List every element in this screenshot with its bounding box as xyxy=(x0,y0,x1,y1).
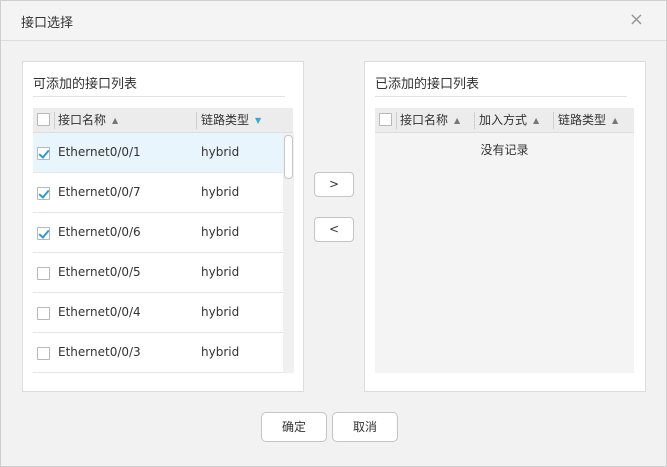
interface-name-cell: Ethernet0/0/7 xyxy=(58,185,141,199)
link-type-cell: hybrid xyxy=(201,225,240,239)
sort-desc-icon: ▼ xyxy=(255,116,262,125)
row-checkbox[interactable] xyxy=(37,147,50,160)
column-header-link-type[interactable]: 链路类型 ▲ xyxy=(558,108,618,133)
column-header-label: 加入方式 xyxy=(479,113,528,127)
interface-name-cell: Ethernet0/0/3 xyxy=(58,345,141,359)
column-header-join-mode[interactable]: 加入方式 ▲ xyxy=(479,108,539,133)
close-icon[interactable]: × xyxy=(629,9,644,30)
interface-select-dialog: 接口选择 × 可添加的接口列表 接口名称 ▲ 链路类型 ▼ Ethernet0/0/… xyxy=(0,0,667,467)
column-header-label: 链路类型 xyxy=(558,113,607,127)
added-rows-empty: 没有记录 xyxy=(375,133,634,373)
scrollbar-thumb[interactable] xyxy=(284,135,293,179)
table-row[interactable]: Ethernet0/0/5 hybrid xyxy=(33,253,283,293)
column-header-link-type[interactable]: 链路类型 ▼ xyxy=(201,108,261,133)
available-grid-header: 接口名称 ▲ 链路类型 ▼ xyxy=(33,108,293,133)
interface-name-cell: Ethernet0/0/4 xyxy=(58,305,141,319)
added-panel-title: 已添加的接口列表 xyxy=(375,77,480,92)
column-header-interface-name[interactable]: 接口名称 ▲ xyxy=(400,108,460,133)
empty-message: 没有记录 xyxy=(480,143,529,157)
link-type-cell: hybrid xyxy=(201,185,240,199)
interface-name-cell: Ethernet0/0/5 xyxy=(58,265,141,279)
table-row[interactable]: Ethernet0/0/3 hybrid xyxy=(33,333,283,373)
column-separator xyxy=(396,112,397,129)
interface-name-cell: Ethernet0/0/6 xyxy=(58,225,141,239)
row-checkbox[interactable] xyxy=(37,267,50,280)
vertical-scrollbar[interactable] xyxy=(283,133,294,373)
link-type-cell: hybrid xyxy=(201,265,240,279)
link-type-cell: hybrid xyxy=(201,305,240,319)
column-header-label: 接口名称 xyxy=(400,113,449,127)
row-checkbox[interactable] xyxy=(37,347,50,360)
table-row[interactable]: Ethernet0/0/1 hybrid xyxy=(33,133,283,173)
cancel-button[interactable]: 取消 xyxy=(332,412,398,442)
sort-asc-icon: ▲ xyxy=(612,116,619,125)
row-checkbox[interactable] xyxy=(37,227,50,240)
added-interfaces-panel: 已添加的接口列表 接口名称 ▲ 加入方式 ▲ 链路类型 ▲ 没有记录 xyxy=(364,61,646,392)
dialog-title: 接口选择 xyxy=(21,16,74,31)
sort-asc-icon: ▲ xyxy=(533,116,540,125)
interface-name-cell: Ethernet0/0/1 xyxy=(58,145,141,159)
table-row[interactable]: Ethernet0/0/6 hybrid xyxy=(33,213,283,253)
table-row[interactable]: Ethernet0/0/7 hybrid xyxy=(33,173,283,213)
column-separator xyxy=(196,112,197,129)
link-type-cell: hybrid xyxy=(201,145,240,159)
add-interface-button[interactable]: > xyxy=(314,172,354,197)
divider xyxy=(33,96,285,97)
available-rows: Ethernet0/0/1 hybrid Ethernet0/0/7 hybri… xyxy=(33,133,283,373)
column-header-label: 接口名称 xyxy=(58,113,107,127)
select-all-checkbox[interactable] xyxy=(379,113,392,126)
column-header-interface-name[interactable]: 接口名称 ▲ xyxy=(58,108,118,133)
dialog-titlebar: 接口选择 × xyxy=(1,1,666,41)
select-all-checkbox[interactable] xyxy=(37,113,50,126)
confirm-button[interactable]: 确定 xyxy=(261,412,327,442)
available-panel-title: 可添加的接口列表 xyxy=(33,77,138,92)
available-interfaces-panel: 可添加的接口列表 接口名称 ▲ 链路类型 ▼ Ethernet0/0/1 hybri… xyxy=(22,61,304,392)
column-separator xyxy=(54,112,55,129)
remove-interface-button[interactable]: < xyxy=(314,217,354,242)
link-type-cell: hybrid xyxy=(201,345,240,359)
sort-asc-icon: ▲ xyxy=(112,116,119,125)
divider xyxy=(375,96,627,97)
row-checkbox[interactable] xyxy=(37,307,50,320)
row-checkbox[interactable] xyxy=(37,187,50,200)
column-separator xyxy=(553,112,554,129)
table-row[interactable]: Ethernet0/0/4 hybrid xyxy=(33,293,283,333)
column-header-label: 链路类型 xyxy=(201,113,250,127)
sort-asc-icon: ▲ xyxy=(454,116,461,125)
added-grid-header: 接口名称 ▲ 加入方式 ▲ 链路类型 ▲ xyxy=(375,108,634,133)
column-separator xyxy=(474,112,475,129)
